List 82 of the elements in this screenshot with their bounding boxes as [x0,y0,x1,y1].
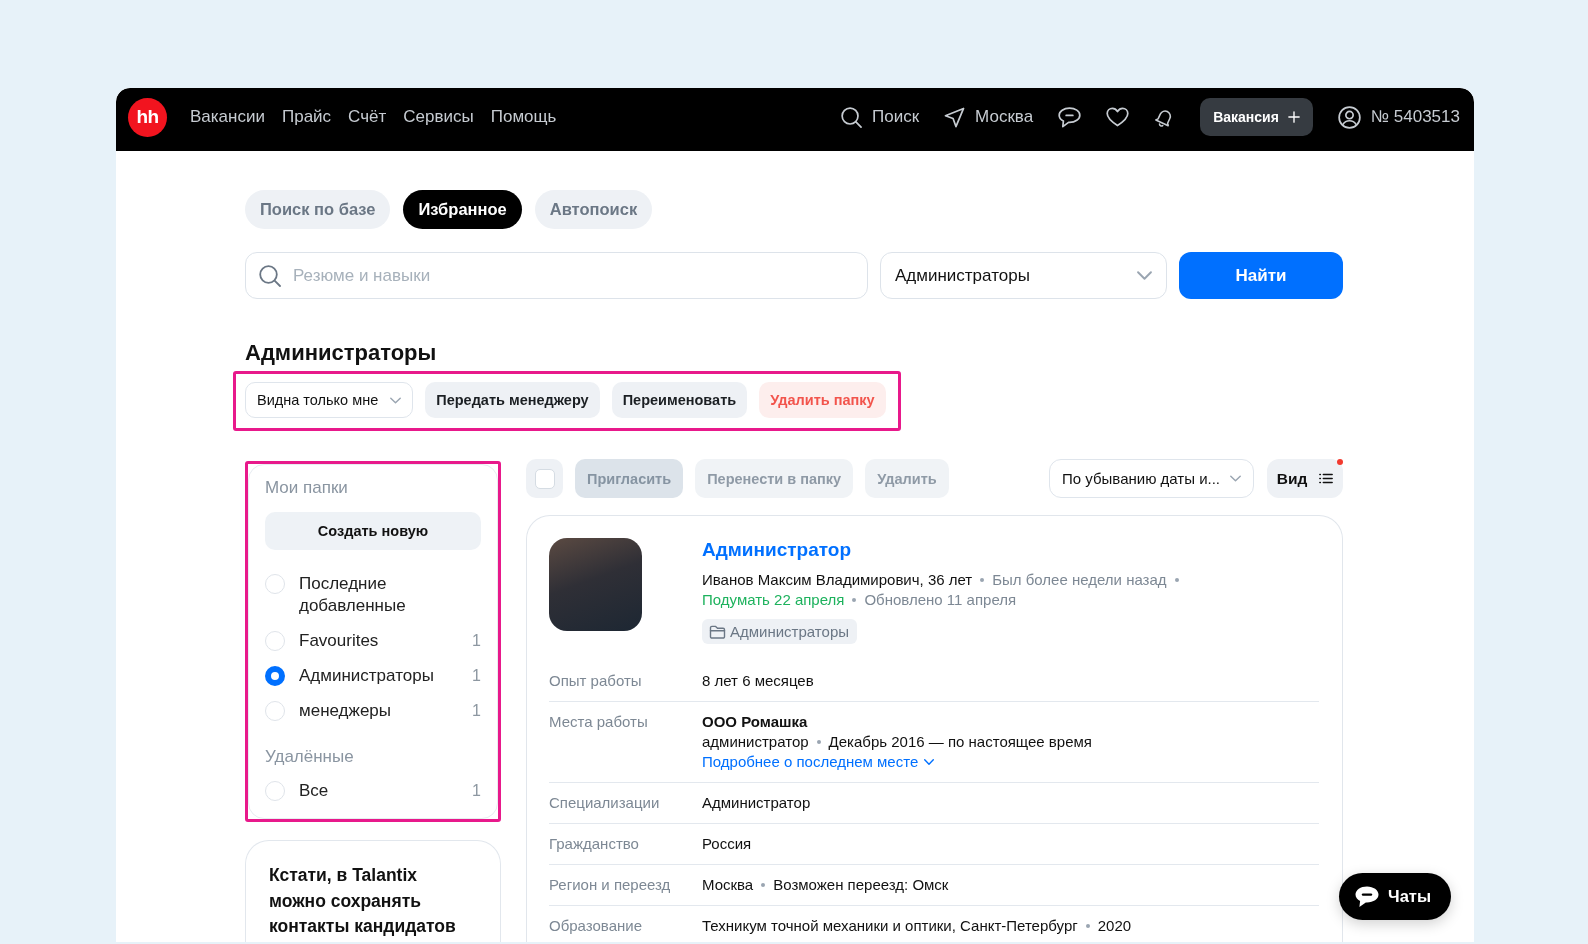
nav-link[interactable]: Сервисы [403,106,474,128]
bullet-icon [761,883,766,887]
view-button[interactable]: Вид [1267,459,1343,498]
folder-name[interactable]: Все [299,780,459,802]
list-icon [1319,473,1334,484]
folder-action-button[interactable]: Переименовать [611,382,748,418]
bullet-icon [1174,578,1179,582]
search-field[interactable]: Резюме и навыки [245,252,868,299]
folder-title: Администраторы [245,339,438,367]
field-value: Техникум точной механики и оптики, Санкт-Петербург [702,916,1078,936]
chats-button[interactable]: Чаты [1339,873,1451,920]
chevron-down-icon [1137,271,1152,280]
reminder-text: Подумать 22 апреля [702,590,845,610]
folder-name[interactable]: Администраторы [299,665,459,687]
field-label: Места работы [549,712,649,732]
folder-name[interactable]: Последние добавленные [299,573,481,617]
section-title: Удалённые [265,747,355,767]
field-label: Образование [549,916,643,936]
nav-link[interactable]: Счёт [348,106,387,128]
visibility-dropdown[interactable]: Видна только мне [245,382,414,418]
navigation-arrow-icon [944,106,966,128]
company-name: ООО Ромашка [702,712,808,732]
heart-icon[interactable] [1106,107,1130,127]
create-folder-button[interactable]: Создать новую [265,512,481,550]
find-button[interactable]: Найти [1179,252,1343,299]
folder-name[interactable]: менеджеры [299,700,459,722]
plus-icon [1287,111,1300,123]
sort-dropdown[interactable]: По убыванию даты и... [1049,459,1254,498]
status-text: Был более недели назад [992,570,1167,590]
add-vacancy-button[interactable]: Вакансия [1200,98,1313,136]
chevron-down-icon [390,396,402,404]
folder-name[interactable]: Favourites [299,630,459,652]
field-label: Регион и переезд [549,875,672,895]
field-value: Возможен переезд: Омск [773,875,949,895]
bullet-icon [816,740,821,744]
tab[interactable]: Избранное [403,190,522,229]
nav-link[interactable]: Прайс [281,106,332,128]
user-icon [1337,105,1361,129]
bullet-icon [1085,924,1090,928]
field-value: 2020 [1097,916,1132,936]
nav-link[interactable]: Помощь [490,106,557,128]
speech-bubble-icon[interactable] [1058,106,1082,128]
folder-action-button[interactable]: Передать менеджеру [425,382,600,418]
field-label: Специализации [549,793,661,813]
folder-count: 1 [472,781,481,801]
chevron-down-icon [924,759,935,765]
search-link[interactable]: Поиск [840,106,920,128]
candidate-name: Иванов Максим Владимирович, 36 лет [702,570,973,590]
search-icon [259,264,281,287]
speech-bubble-icon [1355,885,1380,908]
field-value: 8 лет 6 месяцев [702,671,814,691]
search-icon [840,106,862,128]
folder-icon [709,624,726,639]
more-link[interactable]: Подробнее о последнем месте [702,752,935,772]
chevron-down-icon [1230,475,1241,482]
bullet-icon [980,578,985,582]
select-all-button[interactable] [526,459,563,498]
tab[interactable]: Автопоиск [534,190,653,229]
logo[interactable]: hh [128,97,167,137]
field-value: Декабрь 2016 — по настоящее время [828,732,1092,752]
folder-tag-label: Администраторы [730,623,849,640]
checkbox[interactable] [534,468,555,489]
status-text: Обновлено 11 апреля [864,590,1017,610]
city-link[interactable]: Москва [944,106,1034,128]
section-title: Мои папки [265,478,349,498]
field-value: Администратор [702,793,811,813]
field-label: Гражданство [549,834,640,854]
tab[interactable]: Поиск по базе [245,190,391,229]
resume-title-link[interactable]: Администратор [702,537,851,563]
promo-text: Кстати, в Talantix можно сохранять контакты кандидатов [269,864,457,938]
nav-link[interactable]: Вакансии [190,106,265,128]
field-label: Опыт работы [549,671,643,691]
folder-dropdown[interactable]: Администраторы [880,252,1167,299]
radio-button[interactable] [265,666,285,686]
field-value: Россия [702,834,752,854]
account-link[interactable]: № 5403513 [1337,105,1460,129]
folder-count: 1 [472,631,481,651]
folder-count: 1 [472,666,481,686]
bullet-icon [852,598,857,602]
field-value: администратор [702,732,809,752]
field-value: Москва [702,875,754,895]
folder-count: 1 [472,701,481,721]
